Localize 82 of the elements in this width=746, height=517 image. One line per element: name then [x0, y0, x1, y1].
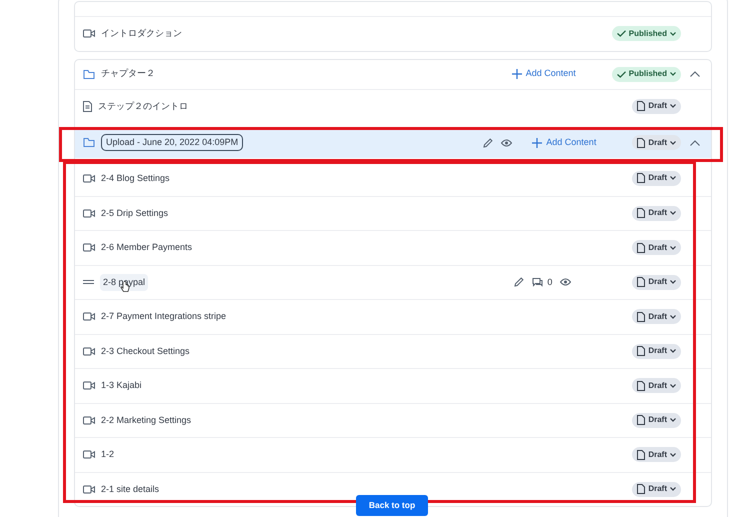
- preview-icon[interactable]: [501, 138, 512, 146]
- check-icon: [616, 30, 626, 38]
- caret-icon: [670, 418, 676, 422]
- check-icon: [616, 70, 626, 78]
- video-icon: [83, 174, 95, 183]
- back-to-top-button[interactable]: Back to top: [356, 495, 428, 516]
- preview-icon[interactable]: [560, 278, 572, 286]
- lesson-title[interactable]: 2-5 Drip Settings: [101, 206, 168, 220]
- video-icon: [83, 381, 95, 390]
- status-dropdown[interactable]: Draft: [632, 274, 681, 290]
- document-icon: [637, 208, 646, 218]
- document-icon: [637, 415, 646, 426]
- status-dropdown[interactable]: Draft: [632, 240, 681, 256]
- lesson-title[interactable]: ステップ２のイントロ: [98, 100, 188, 113]
- caret-icon: [670, 349, 676, 354]
- status-dropdown[interactable]: Draft: [632, 482, 681, 497]
- document-icon: [637, 277, 646, 288]
- folder-title[interactable]: チャプター２: [101, 67, 155, 81]
- folder-icon: [83, 137, 95, 148]
- lesson-title[interactable]: 1-3 Kajabi: [101, 379, 142, 392]
- video-icon: [83, 208, 95, 218]
- plus-icon: [532, 138, 542, 148]
- caret-icon: [670, 280, 676, 284]
- status-dropdown[interactable]: Draft: [632, 98, 681, 114]
- document-icon: [637, 450, 646, 460]
- status-dropdown[interactable]: Draft: [632, 447, 681, 462]
- edit-icon[interactable]: [514, 277, 524, 288]
- caret-icon: [670, 487, 676, 492]
- comment-count: 0: [547, 276, 552, 288]
- document-icon: [637, 380, 646, 391]
- comment-icon[interactable]: [532, 277, 544, 288]
- caret-icon: [670, 314, 676, 319]
- video-icon: [83, 450, 95, 460]
- status-dropdown[interactable]: Draft: [632, 344, 681, 359]
- caret-icon: [670, 176, 676, 180]
- status-dropdown[interactable]: Draft: [632, 135, 681, 150]
- video-icon: [83, 312, 95, 322]
- lesson-title[interactable]: 2-3 Checkout Settings: [101, 344, 190, 358]
- document-icon: [637, 346, 646, 356]
- caret-icon: [670, 452, 676, 457]
- status-dropdown[interactable]: Draft: [632, 309, 681, 324]
- document-icon: [637, 173, 646, 184]
- caret-icon: [670, 384, 676, 388]
- status-dropdown[interactable]: Draft: [632, 206, 681, 221]
- lesson-title[interactable]: 2-1 site details: [101, 482, 160, 496]
- collapse-chevron-icon[interactable]: [690, 140, 700, 146]
- caret-icon: [670, 246, 676, 250]
- add-content-button[interactable]: Add Content: [512, 67, 576, 81]
- caret-icon: [670, 32, 676, 36]
- document-icon: [637, 242, 646, 253]
- document-icon: [637, 484, 646, 494]
- lesson-title[interactable]: 2-2 Marketing Settings: [101, 414, 192, 427]
- folder-icon: [83, 68, 95, 80]
- video-icon: [83, 484, 95, 494]
- status-dropdown[interactable]: Draft: [632, 378, 681, 394]
- lesson-title[interactable]: 1-2: [101, 448, 114, 462]
- add-content-button[interactable]: Add Content: [532, 136, 596, 150]
- status-dropdown[interactable]: Published: [612, 26, 681, 42]
- lesson-title[interactable]: イントロダクション: [101, 27, 182, 40]
- status-dropdown[interactable]: Draft: [632, 170, 681, 186]
- status-dropdown[interactable]: Draft: [632, 412, 681, 428]
- lesson-title[interactable]: 2-4 Blog Settings: [101, 172, 170, 185]
- edit-icon[interactable]: [483, 138, 494, 148]
- caret-icon: [670, 211, 676, 216]
- plus-icon: [512, 69, 522, 79]
- caret-icon: [670, 72, 676, 76]
- folder-title[interactable]: Upload - June 20, 2022 04:09PM: [101, 134, 244, 152]
- document-icon: [637, 138, 646, 148]
- caret-icon: [670, 140, 676, 144]
- caret-icon: [670, 104, 676, 108]
- lesson-title[interactable]: 2-7 Payment Integrations stripe: [101, 310, 226, 324]
- document-icon: [637, 312, 646, 322]
- collapse-chevron-icon[interactable]: [690, 71, 700, 77]
- video-icon: [83, 243, 95, 252]
- lesson-title[interactable]: 2-6 Member Payments: [101, 241, 192, 254]
- document-icon: [83, 100, 92, 112]
- drag-handle-icon: [83, 279, 94, 286]
- video-icon: [83, 416, 95, 425]
- video-icon: [83, 29, 95, 38]
- document-icon: [637, 101, 646, 112]
- video-icon: [83, 346, 95, 356]
- status-dropdown[interactable]: Published: [612, 66, 681, 82]
